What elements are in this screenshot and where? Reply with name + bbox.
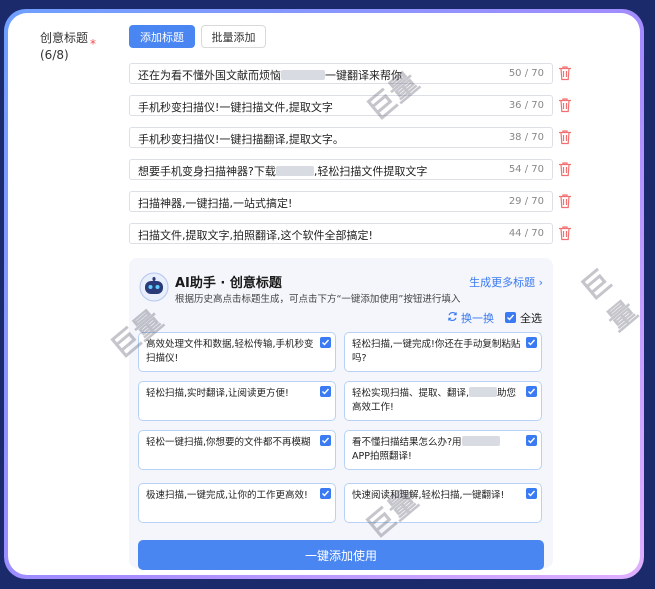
title-length: 38 / 70	[508, 132, 544, 143]
select-all-checkbox[interactable]: 全选	[505, 310, 542, 326]
delete-icon[interactable]	[558, 65, 572, 81]
suggestion-checkbox[interactable]	[320, 386, 331, 397]
suggestion-text: 快速阅读和理解,轻松扫描,一键翻译!	[352, 490, 505, 501]
title-text: 想要手机变身扫描神器?下载 ,轻松扫描文件提取文字	[138, 165, 428, 178]
title-row: 想要手机变身扫描神器?下载 ,轻松扫描文件提取文字 54 / 70	[129, 159, 571, 180]
field-label: 创意标题	[40, 31, 89, 45]
batch-add-button[interactable]: 批量添加	[201, 25, 266, 48]
delete-icon[interactable]	[558, 161, 572, 177]
title-row: 手机秒变扫描仪!一键扫描文件,提取文字 36 / 70	[129, 95, 571, 116]
title-length: 29 / 70	[508, 196, 544, 207]
watermark: 巨量	[575, 263, 640, 338]
suggestion-card[interactable]: 极速扫描,一键完成,让你的工作更高效!	[138, 483, 336, 523]
suggestion-checkbox[interactable]	[526, 488, 537, 499]
generate-more-link[interactable]: 生成更多标题 ›	[469, 274, 543, 290]
title-text: 手机秒变扫描仪!一键扫描翻译,提取文字。	[138, 133, 344, 146]
field-label-area: 创意标题 * (6/8)	[40, 27, 96, 62]
suggestion-checkbox[interactable]	[320, 337, 331, 348]
ai-panel-title: AI助手 · 创意标题	[175, 276, 282, 291]
title-input[interactable]: 还在为看不懂外国文献而烦恼 一键翻译来帮你 50 / 70	[129, 63, 553, 84]
title-row: 还在为看不懂外国文献而烦恼 一键翻译来帮你 50 / 70	[129, 63, 571, 84]
suggestion-card[interactable]: 快速阅读和理解,轻松扫描,一键翻译!	[344, 483, 542, 523]
suggestion-checkbox[interactable]	[526, 386, 537, 397]
suggestion-text: 轻松扫描,一键完成!你还在手动复制粘贴吗?	[352, 339, 521, 364]
robot-avatar-icon	[139, 272, 169, 302]
title-input[interactable]: 手机秒变扫描仪!一键扫描翻译,提取文字。 38 / 70	[129, 127, 553, 148]
suggestion-card[interactable]: 轻松一键扫描,你想要的文件都不再模糊	[138, 430, 336, 470]
add-title-button[interactable]: 添加标题	[129, 25, 195, 48]
title-text: 手机秒变扫描仪!一键扫描文件,提取文字	[138, 101, 333, 114]
title-input[interactable]: 手机秒变扫描仪!一键扫描文件,提取文字 36 / 70	[129, 95, 553, 116]
title-row: 扫描神器,一键扫描,一站式搞定! 29 / 70	[129, 191, 571, 212]
title-row: 扫描文件,提取文字,拍照翻译,这个软件全部搞定! 44 / 70	[129, 223, 571, 244]
title-text: 扫描神器,一键扫描,一站式搞定!	[138, 197, 293, 210]
title-row: 手机秒变扫描仪!一键扫描翻译,提取文字。 38 / 70	[129, 127, 571, 148]
suggestion-card[interactable]: 轻松扫描,实时翻译,让阅读更方便!	[138, 381, 336, 421]
title-length: 54 / 70	[508, 164, 544, 175]
title-length: 36 / 70	[508, 100, 544, 111]
creative-title-card: 创意标题 * (6/8) 添加标题 批量添加 还在为看不懂外国文献而烦恼 一键翻译来…	[8, 13, 640, 575]
blurred-text	[281, 70, 325, 80]
title-input[interactable]: 想要手机变身扫描神器?下载 ,轻松扫描文件提取文字 54 / 70	[129, 159, 553, 180]
suggestion-text: 极速扫描,一键完成,让你的工作更高效!	[146, 490, 308, 501]
suggestion-checkbox[interactable]	[320, 488, 331, 499]
delete-icon[interactable]	[558, 225, 572, 241]
title-input[interactable]: 扫描文件,提取文字,拍照翻译,这个软件全部搞定! 44 / 70	[129, 223, 553, 244]
add-all-button[interactable]: 一键添加使用	[138, 540, 544, 570]
delete-icon[interactable]	[558, 193, 572, 209]
blurred-text	[275, 166, 314, 176]
suggestion-card[interactable]: 轻松实现扫描、提取、翻译, 助您高效工作!	[344, 381, 542, 421]
suggestion-checkbox[interactable]	[320, 435, 331, 446]
suggestion-text: 看不懂扫描结果怎么办?用 APP拍照翻译!	[352, 436, 523, 464]
title-length: 44 / 70	[508, 228, 544, 239]
suggestion-text: 轻松扫描,实时翻译,让阅读更方便!	[146, 388, 289, 399]
checkbox-checked-icon	[505, 312, 516, 323]
delete-icon[interactable]	[558, 129, 572, 145]
title-text: 还在为看不懂外国文献而烦恼 一键翻译来帮你	[138, 69, 402, 82]
required-mark: *	[90, 37, 97, 51]
suggestion-text: 高效处理文件和数据,轻松传输,手机秒变扫描仪!	[146, 339, 314, 364]
title-text: 扫描文件,提取文字,拍照翻译,这个软件全部搞定!	[138, 229, 373, 242]
refresh-button[interactable]: 换一换	[447, 310, 494, 326]
suggestion-checkbox[interactable]	[526, 337, 537, 348]
suggestion-card[interactable]: 高效处理文件和数据,轻松传输,手机秒变扫描仪!	[138, 332, 336, 372]
delete-icon[interactable]	[558, 97, 572, 113]
suggestion-card[interactable]: 看不懂扫描结果怎么办?用 APP拍照翻译!	[344, 430, 542, 470]
suggestion-card[interactable]: 轻松扫描,一键完成!你还在手动复制粘贴吗?	[344, 332, 542, 372]
select-all-label: 全选	[520, 312, 542, 325]
refresh-icon	[448, 312, 457, 321]
suggestion-text: 轻松一键扫描,你想要的文件都不再模糊	[146, 437, 311, 448]
title-count: (6/8)	[40, 48, 69, 62]
blurred-text	[469, 387, 498, 397]
blurred-text	[461, 436, 500, 446]
suggestion-text: 轻松实现扫描、提取、翻译, 助您高效工作!	[352, 387, 517, 413]
title-length: 50 / 70	[508, 68, 544, 79]
ai-panel-description: 根据历史高点击标题生成，可点击下方“一键添加使用”按钮进行填入	[175, 294, 461, 305]
suggestion-checkbox[interactable]	[526, 435, 537, 446]
refresh-label: 换一换	[461, 312, 494, 325]
title-input[interactable]: 扫描神器,一键扫描,一站式搞定! 29 / 70	[129, 191, 553, 212]
ai-assistant-panel: AI助手 · 创意标题 根据历史高点击标题生成，可点击下方“一键添加使用”按钮进…	[129, 258, 553, 570]
